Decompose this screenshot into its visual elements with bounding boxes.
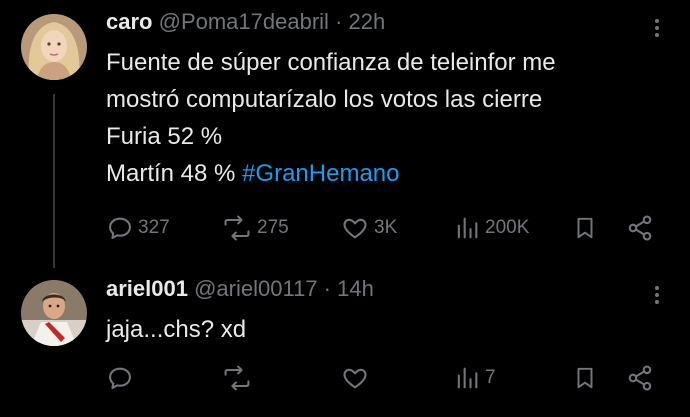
reply-icon xyxy=(109,367,131,389)
author-name[interactable]: caro xyxy=(106,9,152,34)
like-count: 3K xyxy=(374,217,398,238)
retweet-button[interactable]: 275 xyxy=(221,214,289,242)
retweet-button[interactable] xyxy=(221,364,253,392)
separator: · xyxy=(323,276,331,301)
reply-button[interactable]: 327 xyxy=(106,214,170,242)
heart-icon xyxy=(343,368,367,389)
retweet-icon xyxy=(224,215,250,241)
heart-icon xyxy=(343,218,367,239)
reply-icon xyxy=(109,217,131,239)
avatar[interactable] xyxy=(21,14,87,80)
tweet[interactable]: caro @Poma17deabril · 22h Fuente de súpe… xyxy=(0,0,690,268)
views-count: 200K xyxy=(485,217,530,238)
tweet-text-line: Martín 48 % #GranHemano xyxy=(106,155,556,192)
share-icon xyxy=(628,365,652,391)
views-icon xyxy=(457,367,478,389)
hashtag-link[interactable]: #GranHemano xyxy=(242,160,399,187)
more-options-icon[interactable] xyxy=(654,283,660,307)
views-button[interactable]: 7 xyxy=(453,364,496,392)
tweet-text-line: Furia 52 % xyxy=(106,123,223,150)
reply-count: 327 xyxy=(138,217,170,238)
retweet-icon xyxy=(224,365,250,391)
author-handle[interactable]: @Poma17deabril xyxy=(159,9,329,34)
action-bar: 7 xyxy=(0,364,690,394)
tweet-text-line: jaja...chs? xd xyxy=(106,316,247,343)
share-button[interactable] xyxy=(626,364,654,392)
tweet-text-fragment: Martín 48 % xyxy=(106,160,243,187)
reply-button[interactable] xyxy=(106,364,134,392)
tweet-text-line: Fuente de súper confianza de teleinfor m… xyxy=(106,49,556,76)
views-count: 7 xyxy=(485,367,496,388)
tweet-text: jaja...chs? xd xyxy=(106,311,246,348)
tweet-text: Fuente de súper confianza de teleinfor m… xyxy=(106,44,556,192)
more-options-icon[interactable] xyxy=(654,16,660,40)
like-button[interactable] xyxy=(340,364,370,392)
tweet-text-line: mostró computarízalo los votos las cierr… xyxy=(106,86,543,113)
action-bar: 327 275 3K 200K xyxy=(0,214,690,244)
views-button[interactable]: 200K xyxy=(453,214,529,242)
bookmark-button[interactable] xyxy=(572,214,598,242)
timestamp[interactable]: 22h xyxy=(349,9,386,34)
separator: · xyxy=(335,9,343,34)
share-button[interactable] xyxy=(626,214,654,242)
author-name[interactable]: ariel001 xyxy=(106,276,188,301)
author-handle[interactable]: @ariel00117 xyxy=(194,276,317,301)
tweet-header: caro @Poma17deabril · 22h xyxy=(106,9,385,35)
retweet-count: 275 xyxy=(257,217,289,238)
share-icon xyxy=(628,215,652,241)
bookmark-button[interactable] xyxy=(572,364,598,392)
views-icon xyxy=(457,217,478,239)
bookmark-icon xyxy=(577,217,593,239)
bookmark-icon xyxy=(577,367,593,389)
timestamp[interactable]: 14h xyxy=(337,276,374,301)
like-button[interactable]: 3K xyxy=(340,214,397,242)
tweet-header: ariel001 @ariel00117 · 14h xyxy=(106,276,374,302)
avatar[interactable] xyxy=(21,280,87,346)
tweet[interactable]: ariel001 @ariel00117 · 14h jaja...chs? x… xyxy=(0,268,690,417)
